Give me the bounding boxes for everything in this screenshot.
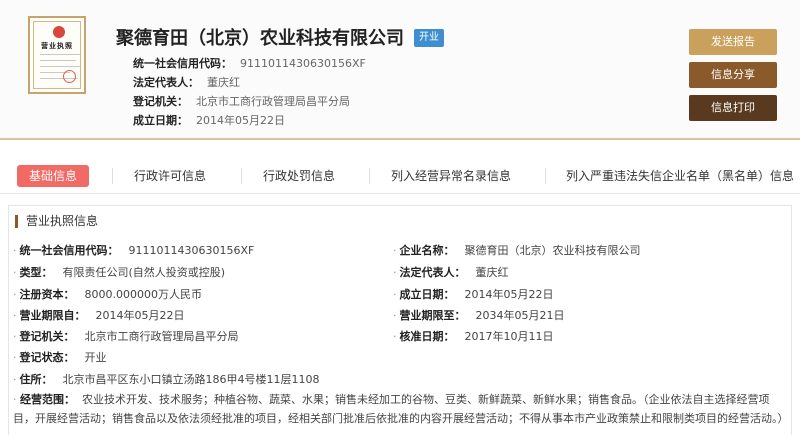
field-registration-status: · 登记状态： 开业	[13, 351, 107, 364]
company-name: 聚德育田（北京）农业科技有限公司	[116, 28, 404, 49]
license-info-panel: 营业执照信息 · 统一社会信用代码： 911101143063015­6XF · 类型…	[8, 205, 792, 435]
field-credit-code: · 统一社会信用代码： 911101143063015­6XF	[13, 244, 255, 257]
tab-admin-permit[interactable]: 行政许可信息	[134, 165, 206, 187]
header-credit-code: 统一社会信用代码： 911101143063015­6XF	[133, 57, 366, 70]
field-approval-date: · 核准日期： 2017年10月11日	[393, 330, 554, 343]
national-emblem-icon	[53, 26, 65, 38]
field-registration-authority: · 登记机关： 北京市工商行政管理局昌平分局	[13, 330, 239, 343]
field-business-scope: · 经营范围： 农业技术开发、技术服务；种植谷物、蔬菜、水果；销售未经加工的谷物…	[13, 393, 789, 425]
header-registration-authority: 登记机关： 北京市工商行政管理局昌平分局	[133, 95, 350, 108]
company-header: 营业执照 聚德育田（北京）农业科技有限公司 开业 统一社会信用代码： 911101…	[0, 0, 800, 140]
send-report-button[interactable]: 发送报告	[689, 29, 777, 55]
field-type: · 类型： 有限责任公司(自然人投资或控股)	[13, 266, 226, 279]
tab-blacklist[interactable]: 列入严重违法失信企业名单（黑名单）信息	[566, 165, 794, 187]
header-legal-rep: 法定代表人： 董庆红	[133, 76, 240, 89]
red-stamp-icon	[63, 70, 76, 83]
field-legal-rep: · 法定代表人： 董庆红	[393, 266, 509, 279]
business-license-image[interactable]: 营业执照	[28, 16, 86, 94]
field-registered-capital: · 注册资本： 8000.000000万人民币	[13, 288, 202, 301]
license-title: 营业执照	[41, 42, 73, 50]
field-established-date: · 成立日期： 2014年05月22日	[393, 288, 554, 301]
field-company-name: · 企业名称： 聚德育田（北京）农业科技有限公司	[393, 244, 641, 257]
header-established-date: 成立日期： 2014年05月22日	[133, 114, 285, 127]
field-term-from: · 营业期限自： 2014年05月22日	[13, 309, 185, 322]
field-term-to: · 营业期限至： 2034年05月21日	[393, 309, 565, 322]
tab-abnormal-list[interactable]: 列入经营异常名录信息	[391, 165, 511, 187]
field-address: · 住所： 北京市昌平区东小口镇立汤路186甲4号楼11层1108	[13, 373, 320, 386]
share-info-button[interactable]: 信息分享	[689, 62, 777, 88]
section-title: 营业执照信息	[15, 215, 98, 228]
print-info-button[interactable]: 信息打印	[689, 95, 777, 121]
tab-basic-info[interactable]: 基础信息	[17, 165, 90, 187]
tab-admin-penalty[interactable]: 行政处罚信息	[263, 165, 335, 187]
status-badge: 开业	[414, 29, 444, 47]
tab-bar: 基础信息 行政许可信息 行政处罚信息 列入经营异常名录信息 列入严重违法失信企业…	[0, 158, 800, 194]
